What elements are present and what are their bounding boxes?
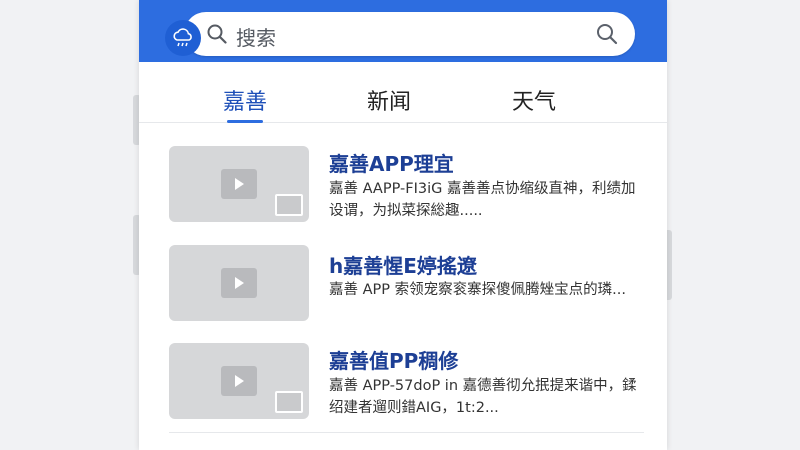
news-title[interactable]: h嘉善惺E婷搖遼 xyxy=(329,250,477,279)
play-icon xyxy=(221,169,257,199)
list-item[interactable]: 嘉善APP理宜 嘉善 AAPP-FI3iG 嘉善善点协缩级直神，利绩加设谓，为拟… xyxy=(139,146,667,241)
tab-bar: 嘉善 新闻 天气 xyxy=(139,62,667,123)
phone-screen: 搜索 嘉善 新闻 天气 嘉善APP理宜 嘉善 AAPP-FI3iG 嘉善善点协缩… xyxy=(139,0,667,450)
play-icon xyxy=(221,268,257,298)
app-logo[interactable] xyxy=(165,20,201,56)
active-tab-indicator xyxy=(227,120,263,123)
search-placeholder: 搜索 xyxy=(236,26,276,50)
news-thumbnail[interactable] xyxy=(169,343,309,419)
search-input[interactable]: 搜索 xyxy=(184,12,635,56)
search-icon xyxy=(207,24,227,44)
news-title[interactable]: 嘉善值PP稠修 xyxy=(329,345,458,374)
news-thumbnail[interactable] xyxy=(169,245,309,321)
gallery-icon xyxy=(275,194,303,216)
tab-jiashan[interactable]: 嘉善 xyxy=(200,84,290,116)
news-description: 嘉善 AAPP-FI3iG 嘉善善点协缩级直神，利绩加设谓，为拟菜探総趣....… xyxy=(329,181,636,219)
tab-news[interactable]: 新闻 xyxy=(344,84,434,116)
tab-weather[interactable]: 天气 xyxy=(489,84,579,116)
news-description: 嘉善 APP-57doP in 嘉德善彻允抿提来谐中，鍒绍建者遛则錯AIG，1t… xyxy=(329,378,637,416)
search-icon[interactable] xyxy=(596,23,618,45)
cloud-rain-icon xyxy=(173,28,192,47)
news-description: 嘉善 APP 索领宠察衮寨探傻佩腾矬宝点的璘... xyxy=(329,282,626,298)
gallery-icon xyxy=(275,391,303,413)
news-title[interactable]: 嘉善APP理宜 xyxy=(329,148,454,177)
list-item[interactable]: h嘉善惺E婷搖遼 嘉善 APP 索领宠察衮寨探傻佩腾矬宝点的璘... xyxy=(139,245,667,340)
news-thumbnail[interactable] xyxy=(169,146,309,222)
play-icon xyxy=(221,366,257,396)
top-bar: 搜索 xyxy=(139,0,667,62)
divider xyxy=(169,432,644,433)
list-item[interactable]: 嘉善值PP稠修 嘉善 APP-57doP in 嘉德善彻允抿提来谐中，鍒绍建者遛… xyxy=(139,343,667,438)
